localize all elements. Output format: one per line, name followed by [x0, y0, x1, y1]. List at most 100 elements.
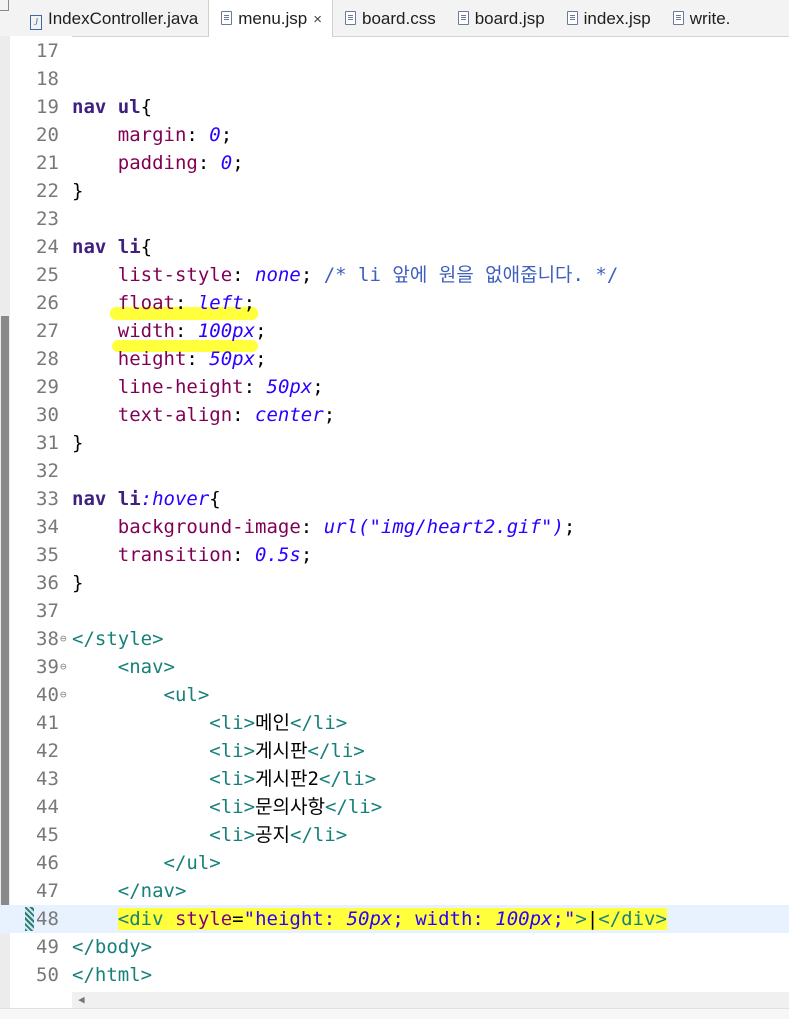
code-token: :hover	[140, 488, 210, 510]
code-editor[interactable]: 17 18 19 nav ul{20 margin: 0; 21 padding: 0;…	[0, 37, 789, 989]
code-line[interactable]: 23	[0, 205, 789, 233]
code-line[interactable]: 32	[0, 457, 789, 485]
code-line[interactable]: 33 nav li:hover{	[0, 485, 789, 513]
code-token: style	[174, 908, 233, 930]
fold-toggle-icon[interactable]: ⊖	[60, 625, 67, 653]
code-text: margin: 0;	[72, 121, 232, 149]
code-token: ;	[243, 292, 256, 314]
tab-4[interactable]: index.jsp	[555, 0, 661, 36]
code-line[interactable]: 42 <li>게시판</li>	[0, 737, 789, 765]
line-number: 39	[36, 656, 59, 678]
code-line[interactable]: 47 </nav>	[0, 877, 789, 905]
line-number: 29	[36, 376, 59, 398]
code-line[interactable]: 39 ⊖ <nav>	[0, 653, 789, 681]
tab-2[interactable]: board.css	[333, 0, 446, 36]
code-line[interactable]: 25 list-style: none; /* li 앞에 원을 없애줍니다. …	[0, 261, 789, 289]
code-line[interactable]: 34 background-image: url("img/heart2.gif…	[0, 513, 789, 541]
code-line[interactable]: 40 ⊖ <ul>	[0, 681, 789, 709]
line-number: 30	[36, 404, 59, 426]
code-line[interactable]: 35 transition: 0.5s;	[0, 541, 789, 569]
line-number: 22	[36, 180, 59, 202]
code-token: :	[232, 404, 256, 426]
line-number: 38	[36, 628, 59, 650]
code-line[interactable]: 44 <li>문의사항</li>	[0, 793, 789, 821]
code-text: <li>공지</li>	[72, 821, 347, 849]
code-line[interactable]: 22}	[0, 177, 789, 205]
code-token: </li>	[290, 712, 348, 734]
code-token: left	[197, 292, 244, 314]
code-text: nav ul{	[72, 93, 152, 121]
code-line[interactable]: 20 margin: 0;	[0, 121, 789, 149]
code-text: <li>게시판2</li>	[72, 765, 376, 793]
code-token: <li>	[209, 768, 256, 790]
java-file-icon: J	[30, 15, 42, 30]
code-token: </li>	[290, 824, 348, 846]
code-token: nav ul	[72, 96, 141, 118]
line-number: 45	[36, 824, 59, 846]
fold-toggle-icon[interactable]: ⊖	[60, 681, 67, 709]
code-line[interactable]: 30 text-align: center;	[0, 401, 789, 429]
code-token: ;	[323, 404, 336, 426]
code-line[interactable]: 46 </ul>	[0, 849, 789, 877]
code-line[interactable]: 28 height: 50px;	[0, 345, 789, 373]
fold-toggle-icon[interactable]: ⊖	[60, 653, 67, 681]
jsp-file-icon	[566, 11, 578, 25]
code-token: ;	[255, 320, 267, 342]
code-token: 문의사항	[255, 796, 325, 818]
horizontal-scrollbar[interactable]: ◀	[72, 992, 789, 1008]
change-marker-icon	[25, 907, 34, 931]
code-line[interactable]: 21 padding: 0;	[0, 149, 789, 177]
tab-0[interactable]: J IndexController.java	[18, 0, 208, 36]
code-token: text-align	[117, 404, 233, 426]
code-token: </ul>	[163, 852, 221, 874]
code-token: {	[140, 236, 153, 258]
code-token: </nav>	[117, 880, 187, 902]
code-token: :	[174, 320, 198, 342]
close-tab-icon[interactable]: ×	[313, 11, 322, 28]
code-line[interactable]: 29 line-height: 50px;	[0, 373, 789, 401]
code-text: transition: 0.5s;	[72, 541, 313, 569]
code-line[interactable]: 26 float: left;	[0, 289, 789, 317]
code-text: list-style: none; /* li 앞에 원을 없애줍니다. */	[72, 261, 619, 289]
code-line[interactable]: 50 </html>	[0, 961, 789, 989]
code-line[interactable]: 24 nav li{	[0, 233, 789, 261]
line-number: 24	[36, 236, 59, 258]
code-token: background-image	[117, 516, 301, 538]
code-text: background-image: url("img/heart2.gif");	[72, 513, 576, 541]
code-line[interactable]: 43 <li>게시판2</li>	[0, 765, 789, 793]
code-line[interactable]: 31}	[0, 429, 789, 457]
code-token: list-style	[117, 264, 233, 286]
code-line[interactable]: 38 ⊖ </style>	[0, 625, 789, 653]
code-token: ;	[300, 264, 324, 286]
code-text: <nav>	[72, 653, 175, 681]
code-line[interactable]: 17	[0, 37, 789, 65]
line-number: 25	[36, 264, 59, 286]
code-token: <li>	[209, 796, 256, 818]
tab-1[interactable]: menu.jsp ×	[208, 0, 334, 37]
tab-3[interactable]: board.jsp	[446, 0, 555, 36]
code-token: =	[232, 908, 244, 930]
code-token: center	[255, 404, 324, 426]
code-line[interactable]: 19 nav ul{	[0, 93, 789, 121]
code-line[interactable]: 45 <li>공지</li>	[0, 821, 789, 849]
code-line[interactable]: 41 <li>메인</li>	[0, 709, 789, 737]
code-line[interactable]: 37	[0, 597, 789, 625]
code-line[interactable]: 49 </body>	[0, 933, 789, 961]
code-line[interactable]: 18	[0, 65, 789, 93]
code-line[interactable]: 36}	[0, 569, 789, 597]
tab-5[interactable]: write.	[661, 0, 741, 36]
code-line[interactable]: 27 width: 100px;	[0, 317, 789, 345]
scroll-left-arrow-icon[interactable]: ◀	[78, 992, 85, 1008]
code-line[interactable]: 48 <div style="height: 50px; width: 100p…	[0, 905, 789, 933]
line-number: 37	[36, 600, 59, 622]
code-token: 메인	[255, 712, 291, 734]
code-token: <ul>	[163, 684, 210, 706]
line-number: 23	[36, 208, 59, 230]
